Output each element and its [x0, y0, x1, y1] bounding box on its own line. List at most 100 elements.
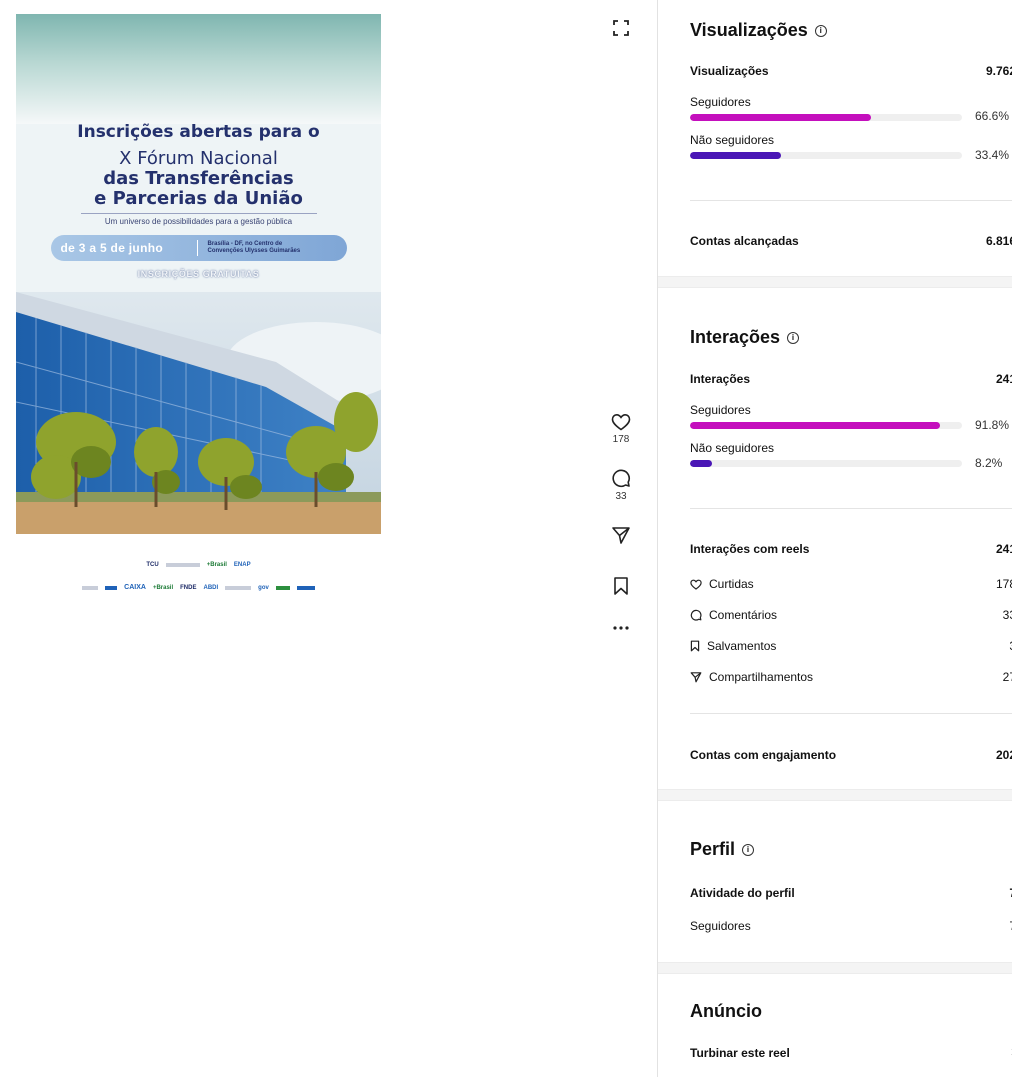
views-nonfollowers-pct: 33.4% [975, 148, 1010, 162]
engaged-accounts-value: 202 [995, 748, 1012, 762]
logo-placeholder [296, 585, 315, 590]
logo-fnde: FNDE [180, 584, 197, 591]
likes-row: Curtidas 178 [690, 577, 1012, 591]
boost-reel-button[interactable]: Turbinar este reel › [690, 1043, 1012, 1060]
info-icon[interactable]: i [814, 24, 827, 37]
shares-row: Compartilhamentos 27 [690, 670, 1012, 684]
views-followers-bar [690, 114, 962, 121]
views-followers-bar-fill [690, 114, 872, 121]
interactions-title: Interações [690, 327, 781, 347]
poster-free-registration: INSCRIÇÕES GRATUITAS [137, 269, 260, 279]
save-button[interactable] [608, 573, 634, 599]
poster-date-pill: de 3 a 5 de junho Brasília - DF, no Cent… [50, 235, 347, 261]
convention-center-photo [16, 292, 381, 534]
logo-placeholder [275, 585, 290, 590]
info-icon[interactable]: i [742, 843, 755, 856]
poster-date: de 3 a 5 de junho [60, 241, 163, 255]
poster-title-line2: das Transferências [103, 168, 294, 189]
profile-title: Perfil [690, 839, 736, 859]
reach-value: 6.816 [985, 234, 1012, 248]
saves-label: Salvamentos [707, 639, 777, 653]
interactions-nonfollowers-bar [690, 460, 962, 467]
engaged-accounts-row: Contas com engajamento 202 [690, 748, 1012, 762]
reels-interactions-label: Interações com reels [690, 542, 810, 556]
reels-interactions-row: Interações com reels 241 [690, 542, 1012, 556]
profile-section-title: Perfil i [690, 839, 755, 860]
more-options-button[interactable] [608, 615, 634, 641]
reach-row: Contas alcançadas 6.816 [690, 234, 1012, 248]
views-value: 9.762 [985, 64, 1012, 78]
views-nonfollowers-bar [690, 152, 962, 159]
profile-activity-row: Atividade do perfil 7 [690, 886, 1012, 900]
interactions-row: Interações 241 [690, 372, 1012, 386]
views-followers-label: Seguidores [690, 95, 751, 109]
comment-icon [612, 469, 630, 488]
interactions-nonfollowers-label: Não seguidores [690, 441, 775, 455]
interactions-value: 241 [995, 372, 1012, 386]
logo-placeholder [82, 585, 99, 590]
logo-gov: gov [258, 584, 269, 591]
divider [690, 200, 1012, 201]
views-label: Visualizações [690, 64, 769, 78]
poster-venue: Brasília - DF, no Centro de Convenções U… [208, 241, 301, 255]
comment-button[interactable] [608, 465, 634, 491]
views-nonfollowers-label: Não seguidores [690, 133, 775, 147]
logo-row-1: TCU +Brasil ENAP [16, 562, 381, 568]
interactions-followers-pct: 91.8% [975, 418, 1010, 432]
fullscreen-button[interactable] [608, 15, 634, 41]
comment-icon [690, 609, 702, 621]
logo-mais-brasil-2: +Brasil [152, 584, 174, 591]
interactions-nonfollowers-pct: 8.2% [975, 456, 1003, 470]
divider [690, 508, 1012, 509]
interactions-followers-bar [690, 422, 962, 429]
interactions-nonfollowers-bar-fill [690, 460, 713, 467]
like-button[interactable] [608, 409, 634, 435]
info-icon[interactable]: i [787, 331, 800, 344]
views-row: Visualizações 9.762 [690, 64, 1012, 78]
poster-venue-line2: Convenções Ulysses Guimarães [207, 248, 301, 254]
send-icon [612, 527, 630, 544]
poster-pill-separator [196, 240, 198, 256]
ad-section-title: Anúncio [690, 1001, 762, 1022]
shares-label: Compartilhamentos [709, 670, 814, 684]
saves-row: Salvamentos 3 [690, 639, 1012, 653]
comments-value: 33 [1002, 608, 1012, 622]
logo-placeholder [105, 585, 118, 590]
logo-row-2: CAIXA +Brasil FNDE ABDI gov [16, 584, 381, 591]
boost-reel-label: Turbinar este reel [690, 1046, 790, 1060]
sponsor-logos: TCU +Brasil ENAP CAIXA +Brasil FNDE ABDI… [16, 556, 381, 606]
section-separator [658, 276, 1012, 288]
interactions-label: Interações [690, 372, 751, 386]
reach-label: Contas alcançadas [690, 234, 799, 248]
poster-headline: Inscrições abertas para o [77, 122, 320, 142]
poster-title-line3: e Parcerias da União [94, 188, 303, 209]
section-separator [658, 789, 1012, 801]
heart-icon [611, 413, 631, 431]
shares-value: 27 [1002, 670, 1012, 684]
like-count: 178 [612, 434, 630, 445]
section-separator [658, 962, 1012, 974]
interactions-followers-bar-fill [690, 422, 940, 429]
reels-interactions-value: 241 [995, 542, 1012, 556]
comments-row: Comentários 33 [690, 608, 1012, 622]
views-section-title: Visualizações i [690, 20, 827, 41]
insights-panel[interactable]: Visualizações i Visualizações 9.762 Segu… [657, 0, 1012, 1077]
views-title: Visualizações [690, 20, 808, 40]
poster-text: Inscrições abertas para o X Fórum Nacion… [16, 122, 381, 279]
views-followers-pct: 66.6% [975, 109, 1010, 123]
logo-placeholder [225, 585, 252, 590]
logo-tcu: TCU [146, 562, 159, 568]
engaged-accounts-label: Contas com engajamento [690, 748, 837, 762]
share-button[interactable] [608, 522, 634, 548]
logo-placeholder [165, 563, 200, 567]
poster-title-line1: X Fórum Nacional [119, 148, 278, 169]
logo-mais-brasil: +Brasil [206, 562, 227, 568]
views-nonfollowers-bar-fill [690, 152, 781, 159]
post-media[interactable]: Inscrições abertas para o X Fórum Nacion… [16, 14, 381, 534]
bookmark-icon [614, 577, 628, 595]
logo-enap: ENAP [233, 562, 251, 568]
comments-label: Comentários [709, 608, 778, 622]
comment-count: 33 [615, 491, 627, 502]
divider [690, 713, 1012, 714]
ad-title: Anúncio [690, 1001, 762, 1021]
